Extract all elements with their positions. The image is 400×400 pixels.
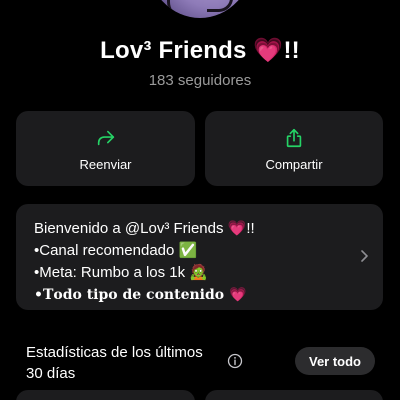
description-line: •𝐓𝐨𝐝𝐨 𝐭𝐢𝐩𝐨 𝐝𝐞 𝐜𝐨𝐧𝐭𝐞𝐧𝐢𝐝𝐨 💗	[34, 287, 247, 303]
stats-card[interactable]	[205, 390, 383, 400]
share-button[interactable]: Compartir	[205, 111, 383, 186]
channel-name: Lov³ Friends 💗!!	[100, 37, 300, 64]
followers-count: 183 seguidores	[148, 72, 252, 89]
stats-section-title: Estadísticas de los últimos 30 días	[26, 342, 203, 384]
channel-avatar[interactable]	[147, 0, 253, 18]
forward-button[interactable]: Reenviar	[16, 111, 195, 186]
stats-title-line1: Estadísticas de los últimos	[26, 344, 203, 361]
stats-title-line2: 30 días	[26, 365, 76, 382]
share-upload-icon	[286, 128, 302, 148]
channel-info-screen: Lov³ Friends 💗!! 183 seguidores Reenviar…	[0, 0, 400, 400]
avatar-illustration-stroke	[207, 0, 233, 12]
chevron-right-icon	[361, 250, 368, 262]
share-label: Compartir	[265, 157, 323, 172]
description-line: •Canal recomendado ✅	[34, 242, 198, 259]
avatar-illustration-stroke	[167, 0, 197, 14]
forward-arrow-icon	[97, 130, 114, 146]
stats-card[interactable]	[16, 390, 195, 400]
description-text: Bienvenido a @Lov³ Friends 💗!! •Canal re…	[34, 218, 255, 306]
channel-description-card[interactable]: Bienvenido a @Lov³ Friends 💗!! •Canal re…	[16, 204, 383, 310]
forward-label: Reenviar	[79, 157, 132, 172]
info-icon[interactable]	[227, 353, 243, 369]
description-line: •Meta: Rumbo a los 1k 🧟	[34, 264, 208, 281]
description-line: Bienvenido a @Lov³ Friends 💗!!	[34, 220, 255, 237]
see-all-button[interactable]: Ver todo	[295, 347, 375, 375]
